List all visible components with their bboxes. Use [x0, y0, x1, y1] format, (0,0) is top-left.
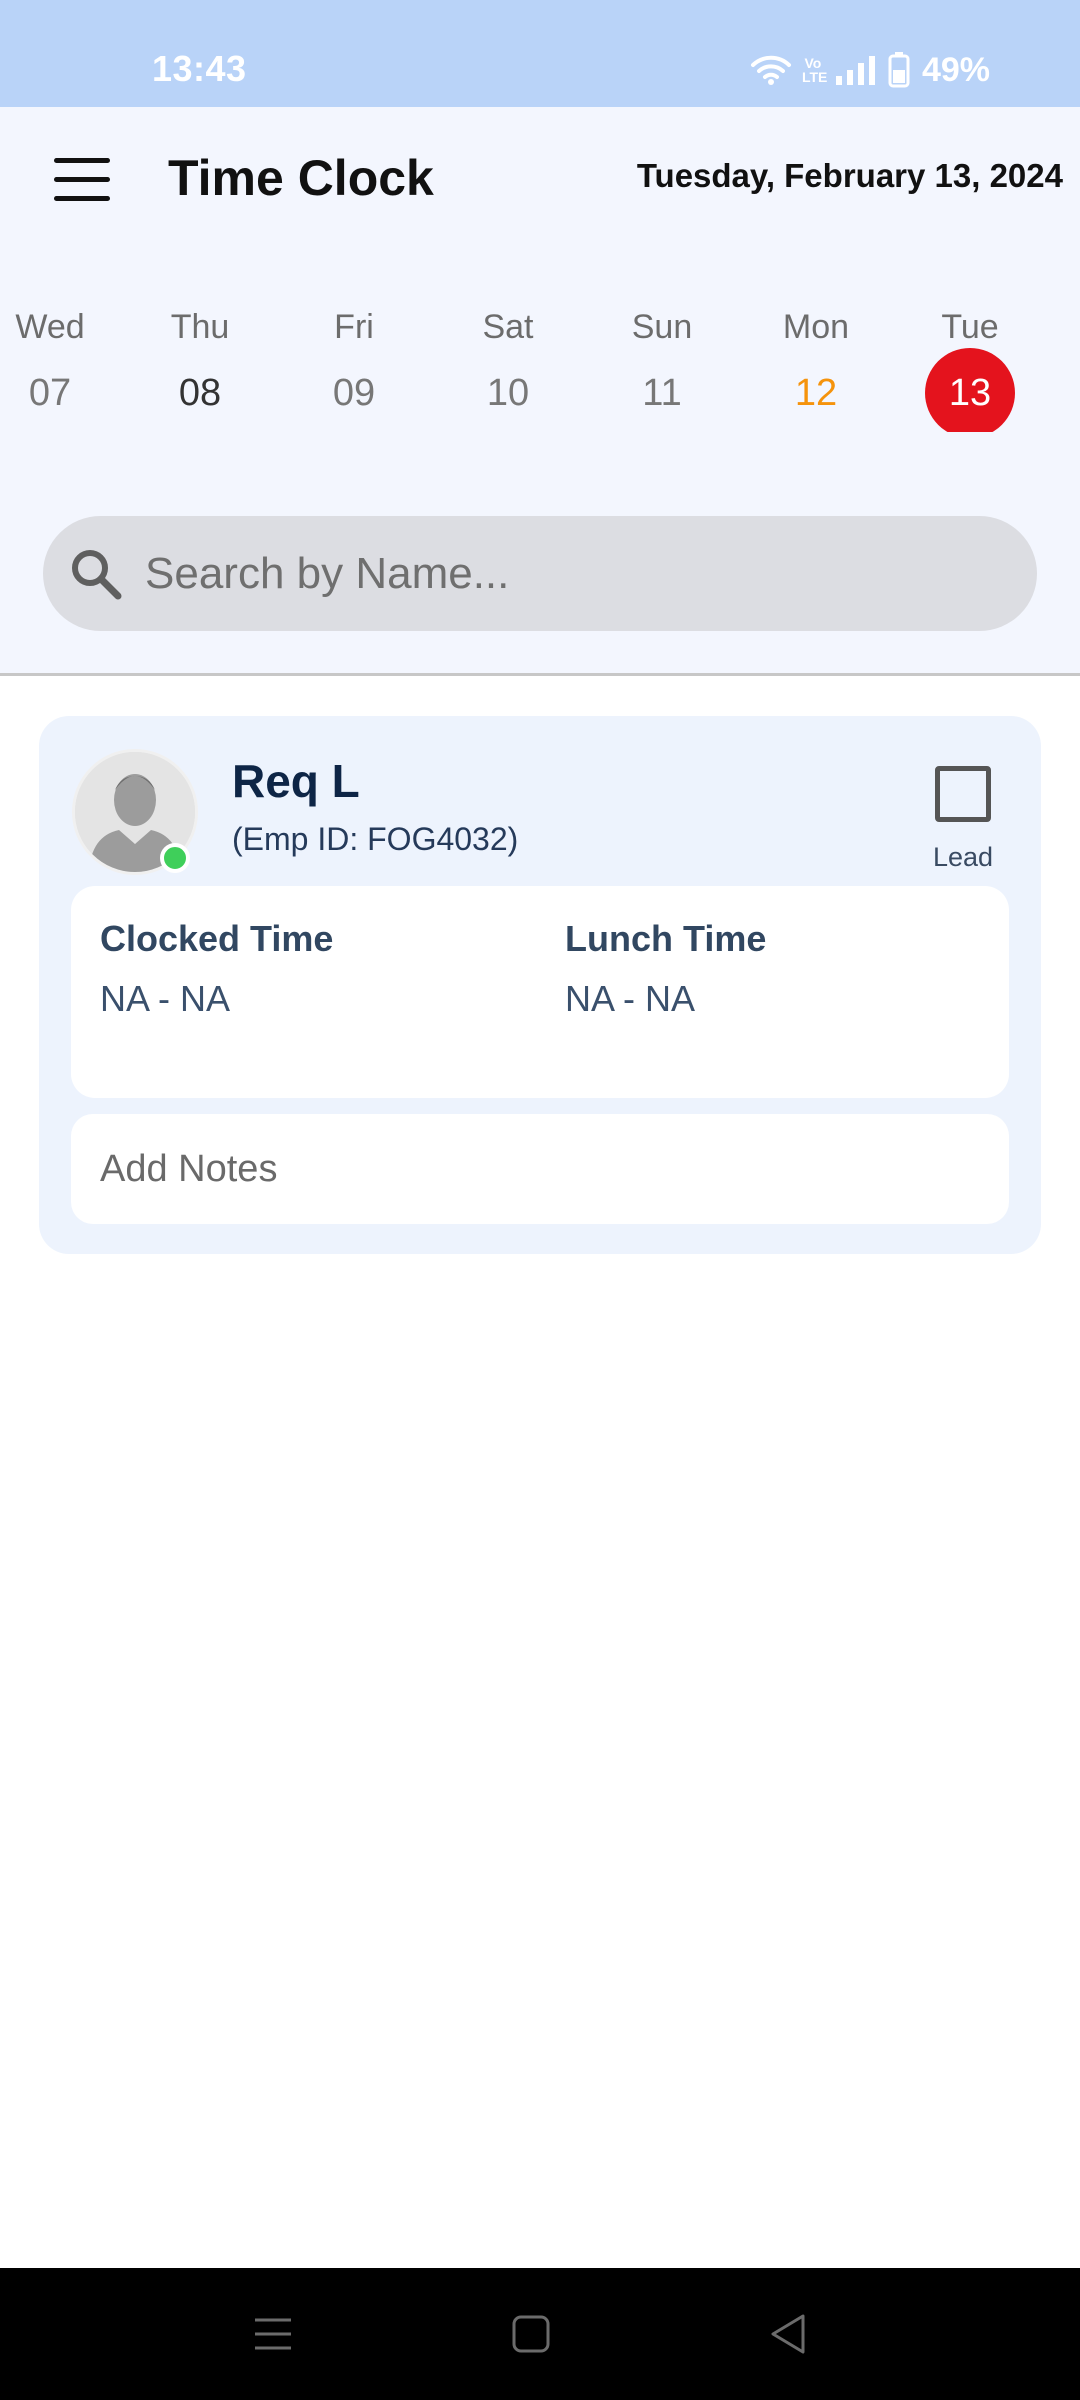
recent-apps-button[interactable]: [243, 2308, 303, 2360]
calendar-date: 10: [486, 372, 530, 414]
status-time: 13:43: [152, 48, 247, 89]
lunch-time: Lunch Time NA - NA: [565, 918, 766, 1020]
menu-icon-bar: [54, 177, 110, 182]
lead-checkbox[interactable]: [935, 766, 991, 822]
back-button[interactable]: [759, 2308, 819, 2360]
recent-apps-icon: [255, 2318, 291, 2350]
calendar-date: 09: [332, 372, 376, 414]
online-status-indicator: [160, 843, 190, 873]
signal-icon: [834, 54, 878, 86]
status-bar: 13:43 Vo LTE 49%: [0, 0, 1080, 107]
home-button[interactable]: [501, 2308, 561, 2360]
search-icon: [68, 546, 124, 602]
calendar-day-sun[interactable]: Sun 11: [607, 302, 717, 432]
battery-icon: [888, 52, 910, 88]
menu-icon-bar: [54, 196, 110, 201]
clocked-time: Clocked Time NA - NA: [100, 918, 333, 1020]
calendar-day-fri[interactable]: Fri 09: [299, 302, 409, 432]
home-icon: [512, 2315, 550, 2353]
clocked-time-value: NA - NA: [100, 978, 231, 1019]
add-notes-input[interactable]: [71, 1114, 1009, 1224]
page-title: Time Clock: [168, 150, 434, 206]
calendar-day-tue[interactable]: Tue 13: [915, 302, 1025, 432]
calendar-day-thu[interactable]: Thu 08: [145, 302, 255, 432]
clocked-time-label: Clocked Time: [100, 918, 334, 959]
battery-percent: 49%: [921, 50, 990, 89]
volte-indicator: Vo LTE: [801, 55, 828, 85]
menu-icon-bar: [54, 158, 110, 163]
employee-name: Req L: [232, 755, 360, 807]
lunch-time-label: Lunch Time: [565, 918, 767, 959]
lead-toggle: Lead: [919, 766, 1007, 873]
calendar-date: 12: [794, 372, 838, 414]
menu-button[interactable]: [52, 154, 112, 204]
wifi-icon: [750, 54, 792, 86]
system-nav-bar: [0, 2268, 1080, 2400]
calendar-date: 08: [178, 372, 222, 414]
current-date: Tuesday, February 13, 2024: [636, 157, 1063, 194]
employee-id: (Emp ID: FOG4032): [232, 821, 519, 857]
calendar-date-selected: 13: [925, 348, 1015, 432]
calendar-date: 07: [28, 372, 72, 414]
employee-card[interactable]: Req L (Emp ID: FOG4032) Lead Clocked Tim…: [39, 716, 1041, 1254]
divider: [0, 673, 1080, 676]
calendar-day-sat[interactable]: Sat 10: [453, 302, 563, 432]
lead-label: Lead: [932, 842, 994, 872]
search-input[interactable]: [145, 516, 1005, 631]
lunch-time-value: NA - NA: [565, 978, 696, 1019]
time-summary-panel: Clocked Time NA - NA Lunch Time NA - NA: [71, 886, 1009, 1098]
calendar-day-mon[interactable]: Mon 12: [761, 302, 871, 432]
calendar-strip: Wed 07 Thu 08 Fri 09 Sat 10 Sun 11 Mon 1…: [0, 302, 1080, 432]
calendar-day-wed[interactable]: Wed 07: [0, 302, 105, 432]
status-icons: Vo LTE 49%: [750, 50, 990, 90]
calendar-date: 11: [642, 372, 682, 414]
back-icon: [771, 2314, 805, 2354]
header: Time Clock Tuesday, February 13, 2024 We…: [0, 107, 1080, 674]
search-bar: [43, 516, 1037, 631]
